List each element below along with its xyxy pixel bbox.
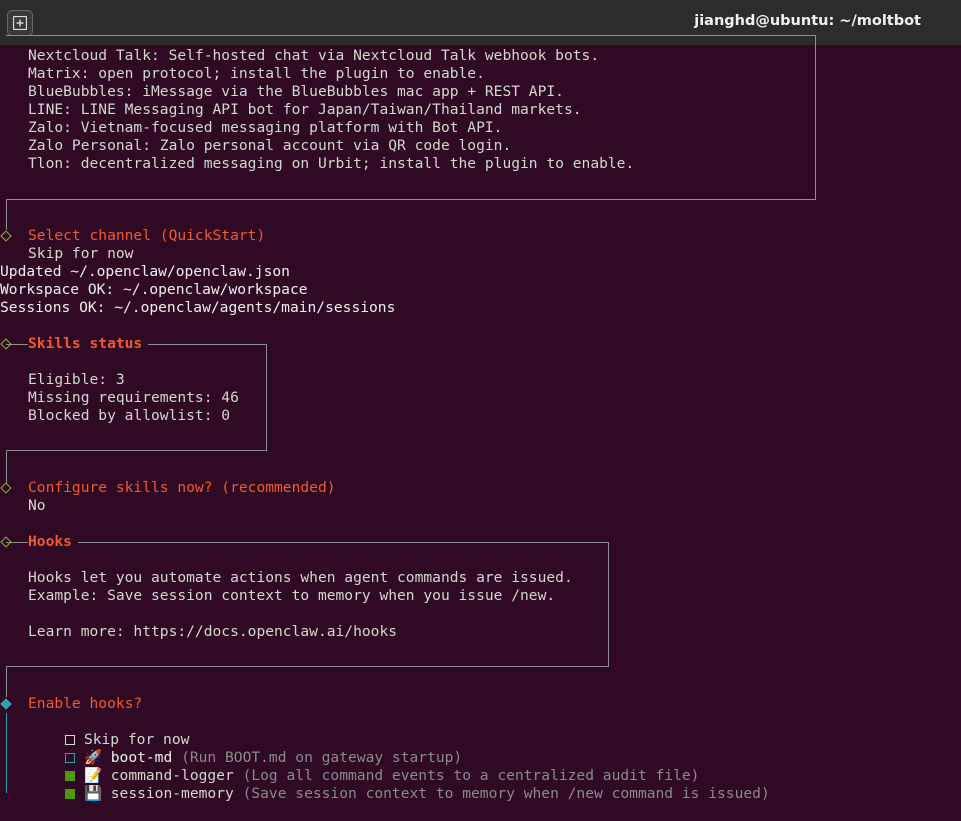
skills-status-title: Skills status [28,335,149,353]
channel-line: Zalo: Vietnam-focused messaging platform… [28,119,503,136]
step-done-icon [0,230,12,242]
channel-line: LINE: LINE Messaging API bot for Japan/T… [28,101,582,118]
skills-eligible: Eligible: 3 [28,371,125,388]
step-active-icon [0,698,12,710]
channel-line: Matrix: open protocol; install the plugi… [28,65,485,82]
prompt-connector-line [6,713,7,793]
hooks-description: Hooks let you automate actions when agen… [28,569,573,586]
output-line: Workspace OK: ~/.openclaw/workspace [0,281,308,298]
hook-option-boot-md[interactable]: 🚀 boot-md (Run BOOT.md on gateway startu… [30,731,462,766]
checkbox-checked-icon[interactable] [65,789,76,799]
floppy-disk-icon: 💾 [83,785,103,802]
hooks-learn-more: Learn more: https://docs.openclaw.ai/hoo… [28,623,398,640]
new-tab-icon [13,16,27,30]
step-done-icon [0,482,12,494]
connector-line [6,667,7,697]
output-line: Sessions OK: ~/.openclaw/agents/main/ses… [0,299,396,316]
configure-skills-title: Configure skills now? (recommended) [28,479,336,496]
select-channel-title: Select channel (QuickStart) [28,227,266,244]
channel-line: BlueBubbles: iMessage via the BlueBubble… [28,83,564,100]
terminal-output[interactable]: Nextcloud Talk: Self-hosted chat via Nex… [0,35,961,820]
hook-option-session-memory[interactable]: 💾 session-memory (Save session context t… [30,767,770,802]
connector-line [6,200,7,230]
output-line: Updated ~/.openclaw/openclaw.json [0,263,290,280]
enable-hooks-title: Enable hooks? [28,695,143,712]
hook-option-command-logger[interactable]: 📝 command-logger (Log all command events… [30,749,699,784]
skills-blocked: Blocked by allowlist: 0 [28,407,231,424]
select-channel-answer: Skip for now [28,245,134,262]
new-tab-button[interactable] [7,10,33,36]
configure-skills-answer: No [28,497,46,514]
channel-line: Tlon: decentralized messaging on Urbit; … [28,155,635,172]
hooks-title: Hooks [28,533,78,551]
connector-line [6,451,7,483]
channel-line: Zalo Personal: Zalo personal account via… [28,137,512,154]
skills-missing: Missing requirements: 46 [28,389,239,406]
window-title: jianghd@ubuntu: ~/moltbot [694,13,921,29]
hooks-example: Example: Save session context to memory … [28,587,556,604]
channel-line: Nextcloud Talk: Self-hosted chat via Nex… [28,47,600,64]
hook-option-skip[interactable]: Skip for now [30,713,189,748]
